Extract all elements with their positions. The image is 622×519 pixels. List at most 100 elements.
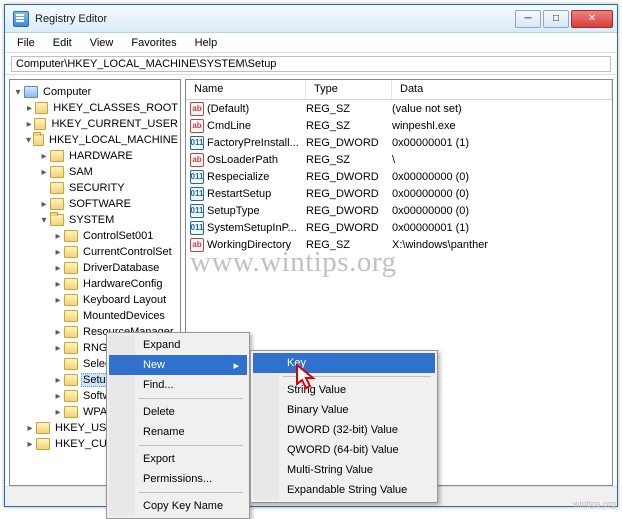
value-data: X:\windows\panther: [392, 239, 612, 251]
folder-icon: [64, 326, 78, 338]
tree-security[interactable]: SECURITY: [10, 180, 180, 196]
tree-controlset001[interactable]: ▸ControlSet001: [10, 228, 180, 244]
value-type: REG_DWORD: [306, 205, 392, 217]
value-name: Respecialize: [207, 171, 269, 183]
menu-edit[interactable]: Edit: [45, 35, 80, 51]
tree-mounteddevices[interactable]: MountedDevices: [10, 308, 180, 324]
string-value-icon: ab: [190, 238, 204, 252]
maximize-button[interactable]: □: [543, 10, 569, 28]
ctx-permissions[interactable]: Permissions...: [109, 469, 247, 489]
titlebar[interactable]: Registry Editor ─ □ ✕: [5, 5, 617, 33]
value-type: REG_SZ: [306, 120, 392, 132]
tree-hklm[interactable]: ▾HKEY_LOCAL_MACHINE: [10, 132, 180, 148]
menu-view[interactable]: View: [82, 35, 122, 51]
value-name: OsLoaderPath: [207, 154, 278, 166]
folder-icon: [64, 262, 78, 274]
string-value-icon: ab: [190, 119, 204, 133]
col-name[interactable]: Name: [186, 80, 306, 99]
menu-file[interactable]: File: [9, 35, 43, 51]
value-row[interactable]: 011SetupTypeREG_DWORD0x00000000 (0): [186, 202, 612, 219]
tree-software[interactable]: ▸SOFTWARE: [10, 196, 180, 212]
value-row[interactable]: abWorkingDirectory REG_SZX:\windows\panth…: [186, 236, 612, 253]
value-row[interactable]: abCmdLineREG_SZwinpeshl.exe: [186, 117, 612, 134]
ctx-new[interactable]: New▸: [109, 355, 247, 375]
context-menu: Expand New▸ Find... Delete Rename Export…: [106, 332, 250, 519]
string-value-icon: ab: [190, 153, 204, 167]
tree-hardware[interactable]: ▸HARDWARE: [10, 148, 180, 164]
value-row[interactable]: 011RespecializeREG_DWORD0x00000000 (0): [186, 168, 612, 185]
value-type: REG_DWORD: [306, 137, 392, 149]
folder-icon: [64, 310, 78, 322]
ctx-new-qword[interactable]: QWORD (64-bit) Value: [253, 440, 435, 460]
ctx-copykeyname[interactable]: Copy Key Name: [109, 496, 247, 516]
menu-favorites[interactable]: Favorites: [123, 35, 184, 51]
address-input[interactable]: [11, 56, 611, 72]
folder-icon: [64, 358, 78, 370]
ctx-expand[interactable]: Expand: [109, 335, 247, 355]
folder-icon: [50, 150, 64, 162]
ctx-new-string[interactable]: String Value: [253, 380, 435, 400]
ctx-delete[interactable]: Delete: [109, 402, 247, 422]
ctx-new-binary[interactable]: Binary Value: [253, 400, 435, 420]
value-row[interactable]: abOsLoaderPathREG_SZ\: [186, 151, 612, 168]
folder-icon: [34, 118, 46, 130]
folder-icon: [64, 278, 78, 290]
folder-icon: [64, 230, 78, 242]
value-data: 0x00000001 (1): [392, 222, 612, 234]
tree-sam[interactable]: ▸SAM: [10, 164, 180, 180]
value-name: SystemSetupInP...: [207, 222, 297, 234]
folder-icon: [50, 166, 64, 178]
window-controls: ─ □ ✕: [515, 10, 613, 28]
tree-keyboardlayout[interactable]: ▸Keyboard Layout: [10, 292, 180, 308]
column-headers: Name Type Data: [186, 80, 612, 100]
value-type: REG_SZ: [306, 103, 392, 115]
value-row[interactable]: 011SystemSetupInP...REG_DWORD0x00000001 …: [186, 219, 612, 236]
folder-icon: [36, 422, 50, 434]
value-name: RestartSetup: [207, 188, 271, 200]
tree-currentcontrolset[interactable]: ▸CurrentControlSet: [10, 244, 180, 260]
ctx-rename[interactable]: Rename: [109, 422, 247, 442]
value-row[interactable]: 011FactoryPreInstall...REG_DWORD0x000000…: [186, 134, 612, 151]
value-name: WorkingDirectory: [207, 239, 291, 251]
value-rows: ab(Default)REG_SZ(value not set)abCmdLin…: [186, 100, 612, 253]
tree-system[interactable]: ▾SYSTEM: [10, 212, 180, 228]
col-type[interactable]: Type: [306, 80, 392, 99]
chevron-right-icon: ▸: [233, 359, 239, 372]
ctx-new-dword[interactable]: DWORD (32-bit) Value: [253, 420, 435, 440]
value-data: winpeshl.exe: [392, 120, 612, 132]
string-value-icon: ab: [190, 102, 204, 116]
value-data: 0x00000000 (0): [392, 171, 612, 183]
folder-icon: [50, 182, 64, 194]
value-name: SetupType: [207, 205, 260, 217]
value-type: REG_DWORD: [306, 188, 392, 200]
tree-hkcu[interactable]: ▸HKEY_CURRENT_USER: [10, 116, 180, 132]
ctx-find[interactable]: Find...: [109, 375, 247, 395]
col-data[interactable]: Data: [392, 80, 612, 99]
tree-driverdatabase[interactable]: ▸DriverDatabase: [10, 260, 180, 276]
ctx-new-expandstring[interactable]: Expandable String Value: [253, 480, 435, 500]
dword-value-icon: 011: [190, 187, 204, 201]
menubar: File Edit View Favorites Help: [5, 33, 617, 53]
value-name: (Default): [207, 103, 249, 115]
value-row[interactable]: ab(Default) REG_SZ(value not set): [186, 100, 612, 117]
folder-icon: [64, 246, 78, 258]
folder-icon: [64, 406, 78, 418]
close-button[interactable]: ✕: [571, 10, 613, 28]
context-submenu-new: Key String Value Binary Value DWORD (32-…: [250, 350, 438, 503]
ctx-export[interactable]: Export: [109, 449, 247, 469]
tree-hkcr[interactable]: ▸HKEY_CLASSES_ROOT: [10, 100, 180, 116]
ctx-new-multistring[interactable]: Multi-String Value: [253, 460, 435, 480]
menu-help[interactable]: Help: [187, 35, 226, 51]
tree-hardwareconfig[interactable]: ▸HardwareConfig: [10, 276, 180, 292]
ctx-new-key[interactable]: Key: [253, 353, 435, 373]
value-row[interactable]: 011RestartSetupREG_DWORD0x00000000 (0): [186, 185, 612, 202]
dword-value-icon: 011: [190, 136, 204, 150]
dword-value-icon: 011: [190, 221, 204, 235]
minimize-button[interactable]: ─: [515, 10, 541, 28]
tree-root[interactable]: ▾Computer: [10, 84, 180, 100]
folder-icon: [64, 294, 78, 306]
value-data: \: [392, 154, 612, 166]
source-credit: wintips.org: [573, 499, 616, 509]
value-data: (value not set): [392, 103, 612, 115]
value-type: REG_SZ: [306, 239, 392, 251]
